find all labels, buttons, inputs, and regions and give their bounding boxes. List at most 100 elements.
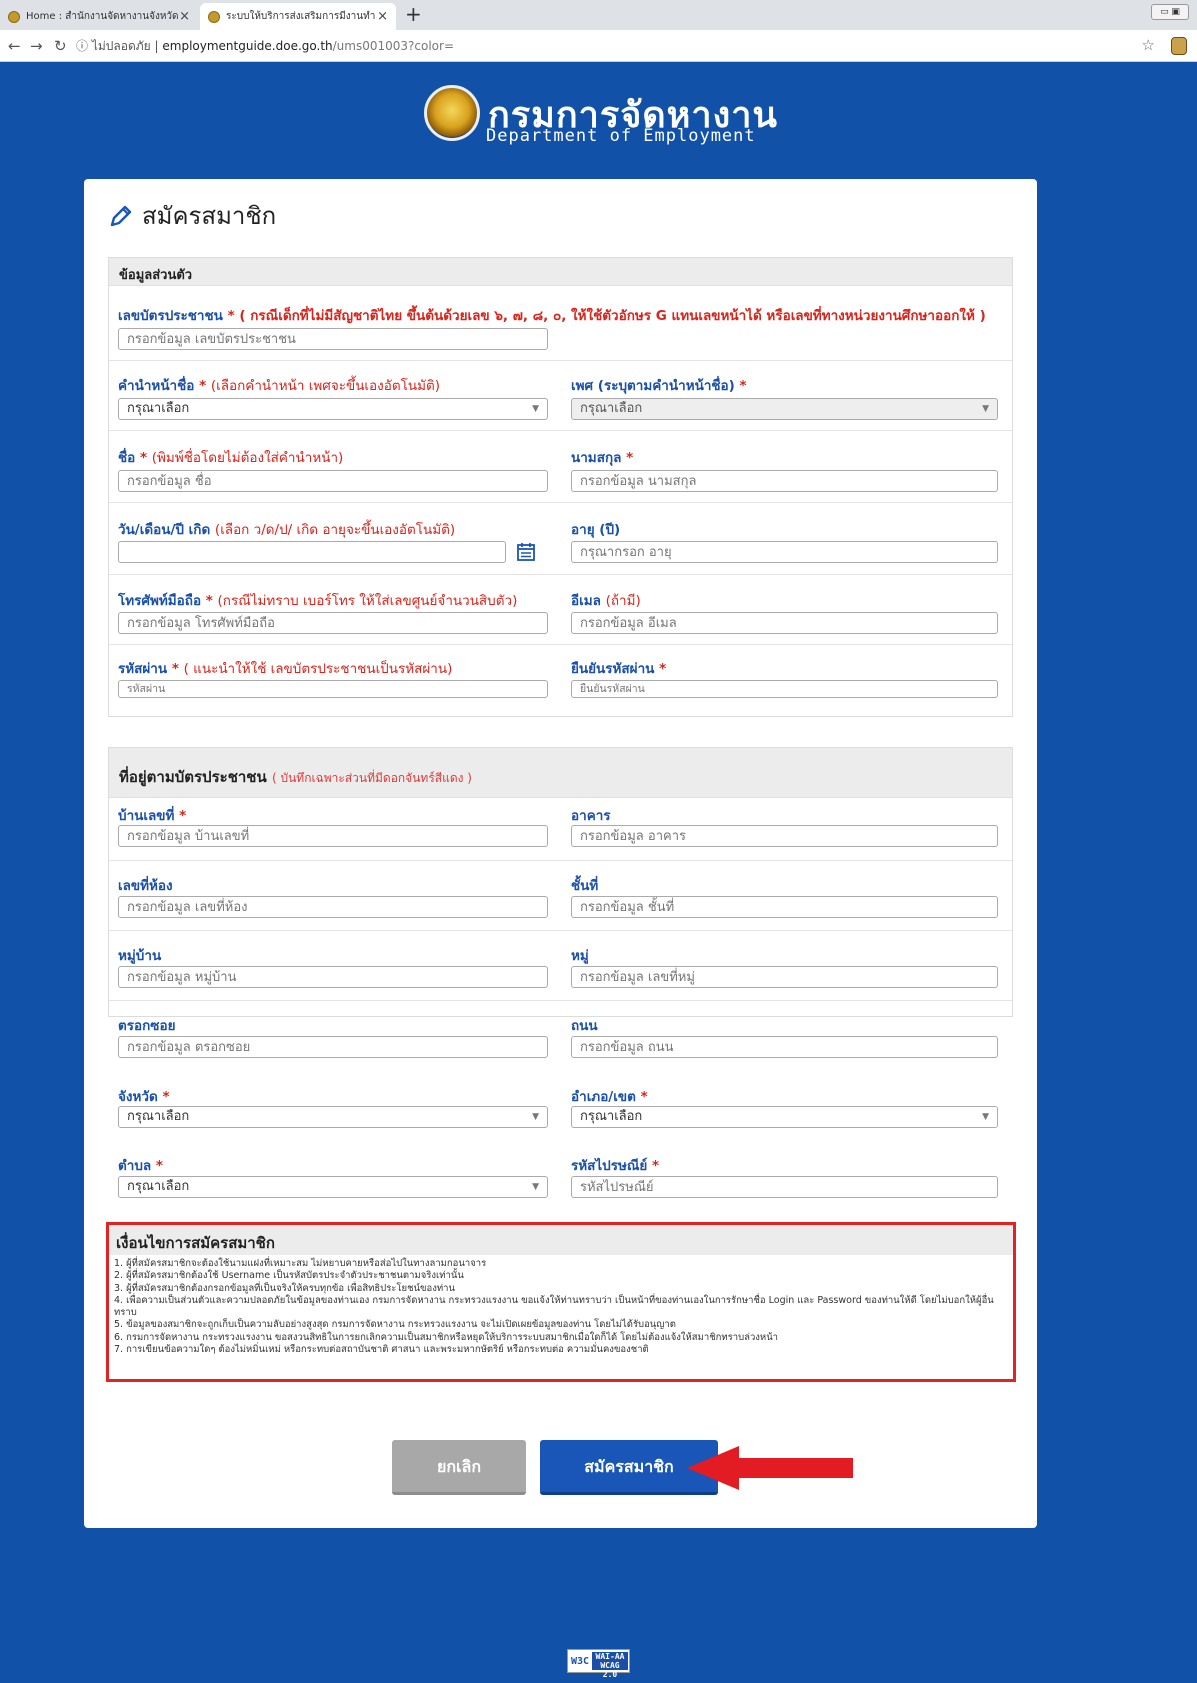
- floor-label: ชั้นที่: [571, 878, 599, 894]
- road-input[interactable]: [571, 1036, 998, 1058]
- password-label: รหัสผ่าน * ( แนะนำให้ใช้ เลขบัตรประชาชนเ…: [118, 661, 453, 677]
- terms-item: 7. การเขียนข้อความใดๆ ต้องไม่หมิ่นเหม่ ห…: [114, 1344, 649, 1356]
- id-card-label: เลขบัตรประชาชน * ( กรณีเด็กที่ไม่มีสัญชา…: [118, 308, 986, 324]
- terms-item: 3. ผู้ที่สมัครสมาชิกต้องกรอกข้อมูลที่เป็…: [114, 1282, 455, 1294]
- terms-item: 1. ผู้ที่สมัครสมาชิกจะต้องใช้นามแฝงที่เห…: [114, 1258, 487, 1269]
- terms-heading: เงื่อนไขการสมัครสมาชิก: [116, 1234, 275, 1252]
- soi-label: ตรอกซอย: [118, 1018, 176, 1034]
- chevron-down-icon: ▼: [532, 1112, 539, 1122]
- site-favicon-icon: [208, 10, 220, 23]
- village-label: หมู่บ้าน: [118, 948, 162, 964]
- age-input[interactable]: [571, 541, 998, 563]
- address-header: ที่อยู่ตามบัตรประชาชน ( บันทึกเฉพาะส่วนท…: [109, 748, 1012, 798]
- house-no-input[interactable]: [118, 825, 548, 847]
- first-name-label: ชื่อ * (พิมพ์ชื่อโดยไม่ต้องใส่คำนำหน้า): [118, 450, 344, 466]
- terms-item: 2. ผู้ที่สมัครสมาชิกต้องใช้ Username เป็…: [114, 1270, 464, 1282]
- new-tab-button[interactable]: +: [405, 2, 422, 26]
- extension-icon[interactable]: [1171, 37, 1187, 55]
- terms-item: 6. กรมการจัดหางาน กระทรวงแรงงาน ขอสงวนสิ…: [114, 1331, 779, 1343]
- tab-close-icon[interactable]: ×: [377, 9, 388, 24]
- chevron-down-icon: ▼: [532, 404, 539, 414]
- browser-tab-bar: Home : สำนักงานจัดหางานจังหวัดแม่ฮ่ × ระ…: [0, 0, 1197, 30]
- email-input[interactable]: [571, 612, 998, 634]
- room-no-input[interactable]: [118, 896, 548, 918]
- postcode-label: รหัสไปรษณีย์ *: [571, 1158, 660, 1174]
- subdistrict-select[interactable]: กรุณาเลือก ▼: [118, 1176, 548, 1198]
- room-no-label: เลขที่ห้อง: [118, 878, 173, 894]
- moo-input[interactable]: [571, 966, 998, 988]
- prefix-select[interactable]: กรุณาเลือก ▼: [118, 398, 548, 420]
- age-label: อายุ (ปี): [571, 522, 621, 538]
- address-heading: ที่อยู่ตามบัตรประชาชน ( บันทึกเฉพาะส่วนท…: [119, 768, 472, 786]
- village-input[interactable]: [118, 966, 548, 988]
- pencil-icon: [110, 205, 132, 226]
- forward-icon[interactable]: →: [30, 37, 43, 55]
- site-subtitle: Department of Employment: [486, 126, 756, 146]
- reload-icon[interactable]: ↻: [54, 37, 67, 55]
- mobile-label: โทรศัพท์มือถือ * (กรณีไม่ทราบ เบอร์โทร ใ…: [118, 593, 518, 609]
- row-divider: [109, 360, 1012, 361]
- row-divider: [109, 860, 1012, 861]
- wcag-level: WAI-AA WCAG 2.0: [592, 1652, 628, 1679]
- prefix-label: คำนำหน้าชื่อ * (เลือกคำนำหน้า เพศจะขึ้นเ…: [118, 378, 441, 394]
- gender-label: เพศ (ระบุตามคำนำหน้าชื่อ) *: [571, 378, 747, 394]
- row-divider: [109, 502, 1012, 503]
- mobile-input[interactable]: [118, 612, 548, 634]
- row-divider: [109, 430, 1012, 431]
- district-select[interactable]: กรุณาเลือก ▼: [571, 1106, 998, 1128]
- building-label: อาคาร: [571, 808, 611, 824]
- back-icon[interactable]: ←: [8, 37, 21, 55]
- tab-title: ระบบให้บริการส่งเสริมการมีงานทำ: [226, 11, 376, 22]
- birth-date-label: วัน/เดือน/ปี เกิด (เลือก ว/ด/ป/ เกิด อาย…: [118, 522, 456, 538]
- department-logo: [424, 85, 480, 141]
- url-path: /ums001003?color=: [332, 39, 455, 53]
- w3c-wcag-badge[interactable]: W3C WAI-AA WCAG 2.0: [567, 1649, 630, 1679]
- browser-tab-home[interactable]: Home : สำนักงานจัดหางานจังหวัดแม่ฮ่ ×: [0, 3, 198, 30]
- row-divider: [109, 930, 1012, 931]
- arrow-icon: [687, 1446, 853, 1490]
- road-label: ถนน: [571, 1018, 598, 1034]
- address-bar: ← → ↻ ⓘ ไม่ปลอดภัย | employmentguide.doe…: [0, 30, 1197, 62]
- email-label: อีเมล (ถ้ามี): [571, 593, 641, 609]
- url-field[interactable]: ⓘ ไม่ปลอดภัย | employmentguide.doe.go.th…: [76, 37, 454, 56]
- id-card-input[interactable]: [118, 328, 548, 350]
- tab-close-icon[interactable]: ×: [179, 9, 190, 24]
- personal-info-header: ข้อมูลส่วนตัว: [109, 258, 1012, 286]
- soi-input[interactable]: [118, 1036, 548, 1058]
- chevron-down-icon: ▼: [532, 1182, 539, 1192]
- password-confirm-label: ยืนยันรหัสผ่าน *: [571, 661, 667, 677]
- password-input[interactable]: [118, 680, 548, 698]
- terms-header: เงื่อนไขการสมัครสมาชิก: [109, 1225, 1013, 1255]
- page-title-text: สมัครสมาชิก: [142, 202, 277, 230]
- postcode-input[interactable]: [571, 1176, 998, 1198]
- security-label: ไม่ปลอดภัย: [91, 39, 151, 53]
- browser-tab-active[interactable]: ระบบให้บริการส่งเสริมการมีงานทำ ×: [200, 3, 396, 30]
- subdistrict-label: ตำบล *: [118, 1158, 163, 1174]
- row-divider: [109, 1000, 1012, 1001]
- calendar-icon[interactable]: [516, 542, 536, 562]
- cancel-button[interactable]: ยกเลิก: [392, 1440, 526, 1495]
- password-confirm-input[interactable]: [571, 680, 998, 698]
- page-title: สมัครสมาชิก: [108, 196, 276, 235]
- terms-box: เงื่อนไขการสมัครสมาชิก 1. ผู้ที่สมัครสมา…: [106, 1222, 1016, 1382]
- row-divider: [109, 574, 1012, 575]
- building-input[interactable]: [571, 825, 998, 847]
- province-select[interactable]: กรุณาเลือก ▼: [118, 1106, 548, 1128]
- gender-select[interactable]: กรุณาเลือก ▼: [571, 398, 998, 420]
- floor-input[interactable]: [571, 896, 998, 918]
- info-icon[interactable]: ⓘ: [76, 39, 88, 53]
- last-name-input[interactable]: [571, 470, 998, 492]
- terms-list: 1. ผู้ที่สมัครสมาชิกจะต้องใช้นามแฝงที่เห…: [114, 1258, 1008, 1356]
- birth-date-input[interactable]: [118, 541, 506, 563]
- first-name-input[interactable]: [118, 470, 548, 492]
- terms-item: 4. เพื่อความเป็นส่วนตัวและความปลอดภัยในข…: [114, 1294, 994, 1319]
- tab-title: Home : สำนักงานจัดหางานจังหวัดแม่ฮ่: [26, 11, 179, 22]
- province-label: จังหวัด *: [118, 1089, 170, 1105]
- moo-label: หมู่: [571, 948, 589, 964]
- district-label: อำเภอ/เขต *: [571, 1089, 648, 1105]
- site-favicon-icon: [8, 10, 20, 23]
- bookmark-star-icon[interactable]: ☆: [1142, 36, 1155, 54]
- url-host: employmentguide.doe.go.th: [162, 39, 333, 53]
- window-controls[interactable]: ▭ ▣: [1151, 4, 1189, 20]
- chevron-down-icon: ▼: [982, 1112, 989, 1122]
